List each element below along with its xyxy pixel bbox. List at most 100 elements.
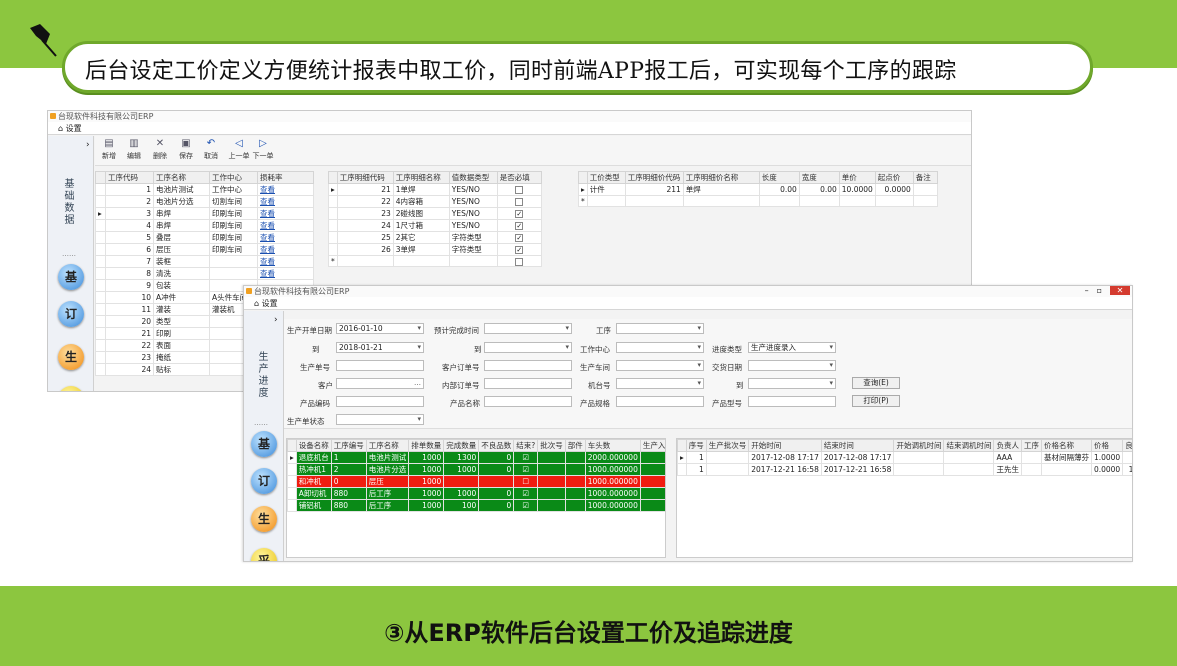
start-date-field[interactable]: 2016-01-10 ▾ <box>336 323 424 334</box>
table-cell[interactable]: ☐ <box>513 475 539 488</box>
table-cell[interactable]: 查看 <box>257 243 314 256</box>
col-header[interactable]: 价格名称 <box>1040 439 1092 452</box>
sidebar-badge-production[interactable]: 生 <box>251 506 277 532</box>
table-row[interactable]: 23 2碰线图 YES/NO ✓ <box>328 207 542 220</box>
product-spec-field[interactable] <box>616 396 704 407</box>
new-row[interactable]: * <box>328 254 542 268</box>
menu-settings[interactable]: 设置 <box>262 299 278 308</box>
workshop-field[interactable]: ▾ <box>616 360 704 371</box>
checkbox-empty-icon[interactable] <box>515 257 524 266</box>
col-header[interactable]: 设备名称 <box>295 439 332 452</box>
col-header[interactable]: 生产入库数 <box>639 439 665 452</box>
col-header[interactable]: 开始调机时间 <box>893 439 945 452</box>
col-header[interactable]: 结束? <box>513 439 539 452</box>
table-row[interactable]: 4 串焊 印刷车间 查看 <box>95 219 314 232</box>
col-header[interactable]: 完成数量 <box>443 439 480 452</box>
table-row[interactable]: 5 叠层 印刷车间 查看 <box>95 231 314 244</box>
table-cell[interactable]: 查看 <box>257 255 314 268</box>
sidebar-badge-production[interactable]: 生 <box>58 344 84 370</box>
checkbox-empty-icon[interactable] <box>515 186 524 194</box>
table-row[interactable]: ▸ 3 串焊 印刷车间 查看 <box>95 207 314 220</box>
col-header[interactable]: 结束调机时间 <box>943 439 995 452</box>
col-header[interactable]: 宽度 <box>798 171 840 184</box>
delivery-date-field[interactable]: ▾ <box>748 360 836 371</box>
col-header[interactable]: 工序名称 <box>153 171 210 184</box>
print-button[interactable]: 打印(P) <box>852 395 900 407</box>
col-header[interactable]: 工价类型 <box>586 171 626 184</box>
col-header[interactable]: 起点价 <box>874 171 914 184</box>
cust-order-field[interactable] <box>484 360 572 371</box>
col-header[interactable]: 良品数 <box>1122 439 1132 452</box>
table-cell[interactable]: ☑ <box>513 487 539 500</box>
col-header[interactable]: 排单数量 <box>408 439 445 452</box>
col-header[interactable]: 结束时间 <box>820 439 895 452</box>
col-header[interactable]: 价格 <box>1090 439 1124 452</box>
order-status-field[interactable]: ▾ <box>336 414 424 425</box>
table-cell[interactable]: 查看 <box>257 267 314 280</box>
table-row[interactable]: 25 2其它 字符类型 ✓ <box>328 231 542 244</box>
table-row[interactable]: ▸ 退底机台 1 电池片测试 1000 1300 0 ☑ 2000.000000 <box>287 451 665 464</box>
edit-button[interactable]: ▥ 编辑 <box>122 139 146 161</box>
delete-button[interactable]: ✕ 删除 <box>148 139 172 161</box>
table-cell[interactable]: ☑ <box>513 499 539 512</box>
table-row[interactable]: ▸ 1 2017-12-08 17:17 2017-12-08 17:17 AAA 基材间… <box>677 451 1132 464</box>
checkbox-empty-icon[interactable] <box>515 198 524 206</box>
table-row[interactable]: 和冲机 0 层压 1000 ☐ 1000.000000 <box>287 475 665 488</box>
table-row[interactable]: 8 清洗 查看 <box>95 267 314 280</box>
table-cell[interactable]: 查看 <box>257 195 314 208</box>
inner-order-field[interactable] <box>484 378 572 389</box>
table-row[interactable]: 热冲机1 2 电池片分选 1000 1000 0 ☑ 1000.000000 <box>287 463 665 476</box>
table-row[interactable]: ▸ 21 1单焊 YES/NO <box>328 183 542 196</box>
col-header[interactable]: 批次号 <box>537 439 566 452</box>
col-header[interactable]: 生产批次号 <box>705 439 750 452</box>
table-row[interactable]: A卸切机 880 后工序 1000 1000 0 ☑ 1000.000000 <box>287 487 665 500</box>
col-header[interactable]: 工序明细代码 <box>336 171 394 184</box>
col-header[interactable]: 工序编号 <box>330 439 367 452</box>
col-header[interactable]: 备注 <box>912 171 938 184</box>
progress-type-select[interactable]: 生产进度录入 ▾ <box>748 342 836 353</box>
save-button[interactable]: ▣ 保存 <box>174 139 198 161</box>
table-row[interactable]: 1 电池片测试 工作中心 查看 <box>95 183 314 196</box>
col-header[interactable]: 开始时间 <box>748 439 822 452</box>
work-center-field[interactable]: ▾ <box>616 342 704 353</box>
table-cell[interactable]: 查看 <box>257 219 314 232</box>
col-header[interactable]: 工序明细价代码 <box>624 171 684 184</box>
product-name-field[interactable] <box>484 396 572 407</box>
customer-field[interactable]: … <box>336 378 424 389</box>
col-header[interactable]: 工序代码 <box>105 171 154 184</box>
machine-field[interactable]: ▾ <box>616 378 704 389</box>
prev-button[interactable]: ◁ 上一单 <box>227 139 251 161</box>
col-header[interactable]: 长度 <box>758 171 800 184</box>
col-header[interactable]: 部件 <box>564 439 586 452</box>
order-no-field[interactable] <box>336 360 424 371</box>
table-row[interactable]: 6 层压 印刷车间 查看 <box>95 243 314 256</box>
chevron-right-icon[interactable]: › <box>86 140 90 150</box>
next-button[interactable]: ▷ 下一单 <box>251 139 275 161</box>
maximize-icon[interactable]: ▫ <box>1097 286 1102 295</box>
sidebar-badge-basic[interactable]: 基 <box>58 264 84 290</box>
checkbox-checked-icon[interactable]: ✓ <box>515 234 524 242</box>
plan-date-field[interactable]: ▾ <box>484 323 572 334</box>
checkbox-checked-icon[interactable]: ✓ <box>515 210 524 218</box>
col-header[interactable]: 损耗率 <box>257 171 314 184</box>
table-row[interactable]: ▸ 计件 211 单焊 0.00 0.00 10.0000 0.0000 <box>578 183 938 196</box>
table-cell[interactable]: ☑ <box>513 463 539 476</box>
checkbox-checked-icon[interactable]: ✓ <box>515 222 524 230</box>
col-header[interactable]: 是否必填 <box>496 171 542 184</box>
end-date-field[interactable]: 2018-01-21 ▾ <box>336 342 424 353</box>
col-header[interactable]: 工作中心 <box>209 171 258 184</box>
sidebar-badge-basic[interactable]: 基 <box>251 431 277 457</box>
table-cell[interactable]: ☑ <box>513 451 539 464</box>
table-cell[interactable]: 查看 <box>257 183 314 196</box>
product-model-field[interactable] <box>748 396 836 407</box>
table-row[interactable]: 22 4内容箱 YES/NO <box>328 195 542 208</box>
col-header[interactable]: 工序名称 <box>365 439 410 452</box>
sidebar-badge-purchase[interactable]: 采 <box>251 548 277 561</box>
col-header[interactable]: 单价 <box>838 171 876 184</box>
minimize-icon[interactable]: – <box>1085 286 1089 295</box>
menu-settings[interactable]: 设置 <box>66 124 82 133</box>
col-header[interactable]: 工序 <box>1020 439 1042 452</box>
table-cell[interactable]: 查看 <box>257 231 314 244</box>
col-header[interactable]: 序号 <box>685 439 707 452</box>
home-icon[interactable]: ⌂ <box>254 299 259 308</box>
